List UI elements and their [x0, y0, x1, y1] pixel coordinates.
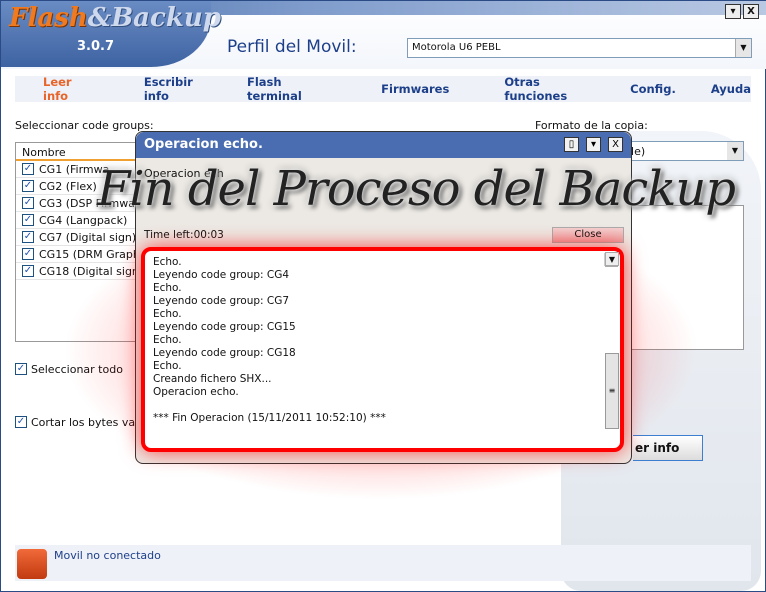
chevron-down-icon[interactable]: ▼ — [735, 39, 751, 57]
checkbox-checked-icon[interactable]: ✓ — [15, 363, 27, 375]
checkbox-checked-icon[interactable]: ✓ — [22, 214, 34, 226]
profile-label: Perfil del Movil: — [227, 37, 357, 57]
checkbox-checked-icon[interactable]: ✓ — [22, 180, 34, 192]
checkbox-checked-icon[interactable]: ✓ — [15, 416, 27, 428]
log-line: Leyendo code group: CG7 — [153, 295, 290, 307]
leer-info-button[interactable]: er info — [633, 435, 703, 461]
operation-log: Echo. Leyendo code group: CG4 Echo. Leye… — [141, 247, 624, 452]
log-line: Echo. — [153, 256, 182, 268]
profile-value: Motorola U6 PEBL — [412, 42, 501, 53]
tab-config[interactable]: Config. — [630, 82, 676, 96]
dialog-close-button[interactable]: X — [608, 137, 623, 152]
main-nav: Leer info Escribir info Flash terminal F… — [15, 75, 751, 103]
tab-otras-funciones[interactable]: Otras funciones — [504, 75, 591, 103]
tab-ayuda[interactable]: Ayuda — [711, 82, 751, 96]
chevron-down-icon[interactable]: ▼ — [727, 142, 743, 160]
header: Flash&Backup 3.0.7 ▾ X Perfil del Movil:… — [1, 1, 766, 69]
time-left: Time left:00:03 — [144, 229, 224, 241]
log-line: Leyendo code group: CG15 — [153, 321, 296, 333]
checkbox-checked-icon[interactable]: ✓ — [22, 248, 34, 260]
dialog-close-text-button[interactable]: Close — [552, 227, 624, 243]
checkbox-checked-icon[interactable]: ✓ — [22, 163, 34, 175]
item-label: CG2 (Flex) — [39, 179, 97, 193]
connection-status-led-icon — [17, 549, 47, 579]
profile-select[interactable]: Motorola U6 PEBL ▼ — [407, 38, 752, 58]
log-line: Echo. — [153, 360, 182, 372]
code-groups-label: Seleccionar code groups: — [15, 119, 154, 132]
log-line: Creando fichero SHX... — [153, 373, 272, 385]
minimize-button[interactable]: ▾ — [725, 4, 741, 19]
log-line: Echo. — [153, 282, 182, 294]
log-line: Operacion echo. — [153, 386, 239, 398]
tab-flash-terminal[interactable]: Flash terminal — [247, 75, 326, 103]
app-window: Flash&Backup 3.0.7 ▾ X Perfil del Movil:… — [0, 0, 766, 592]
app-logo: Flash&Backup — [9, 3, 221, 33]
close-button[interactable]: X — [743, 4, 759, 19]
dialog-title: Operacion echo. — [136, 132, 631, 158]
tab-leer-info[interactable]: Leer info — [43, 75, 92, 103]
scrollbar-thumb[interactable]: ≡ — [605, 353, 619, 429]
checkbox-checked-icon[interactable]: ✓ — [22, 231, 34, 243]
dialog-minimize-button[interactable]: ▾ — [586, 137, 601, 152]
format-select[interactable]: ile) ▼ — [623, 141, 744, 161]
app-version: 3.0.7 — [77, 39, 115, 54]
logo-panel: Flash&Backup 3.0.7 — [1, 1, 221, 67]
tab-escribir-info[interactable]: Escribir info — [144, 75, 210, 103]
status-text: Movil no conectado — [54, 549, 161, 562]
tab-firmwares[interactable]: Firmwares — [381, 82, 449, 96]
checkbox-checked-icon[interactable]: ✓ — [22, 265, 34, 277]
log-line: Echo. — [153, 308, 182, 320]
column-header-nombre[interactable]: Nombre — [16, 143, 140, 161]
log-line: *** Fin Operacion (15/11/2011 10:52:10) … — [153, 412, 386, 424]
log-line: Echo. — [153, 334, 182, 346]
log-line: Leyendo code group: CG4 — [153, 269, 290, 281]
status-bar: Movil no conectado — [15, 545, 751, 581]
checkbox-checked-icon[interactable]: ✓ — [22, 197, 34, 209]
log-line: Leyendo code group: CG18 — [153, 347, 296, 359]
scroll-down-arrow-icon[interactable]: ▼ — [605, 252, 619, 266]
overlay-caption: Fin del Proceso del Backup — [97, 161, 736, 217]
document-icon[interactable]: ▯ — [564, 137, 579, 152]
log-scrollbar[interactable]: ▲ ≡ ▼ — [604, 252, 619, 429]
